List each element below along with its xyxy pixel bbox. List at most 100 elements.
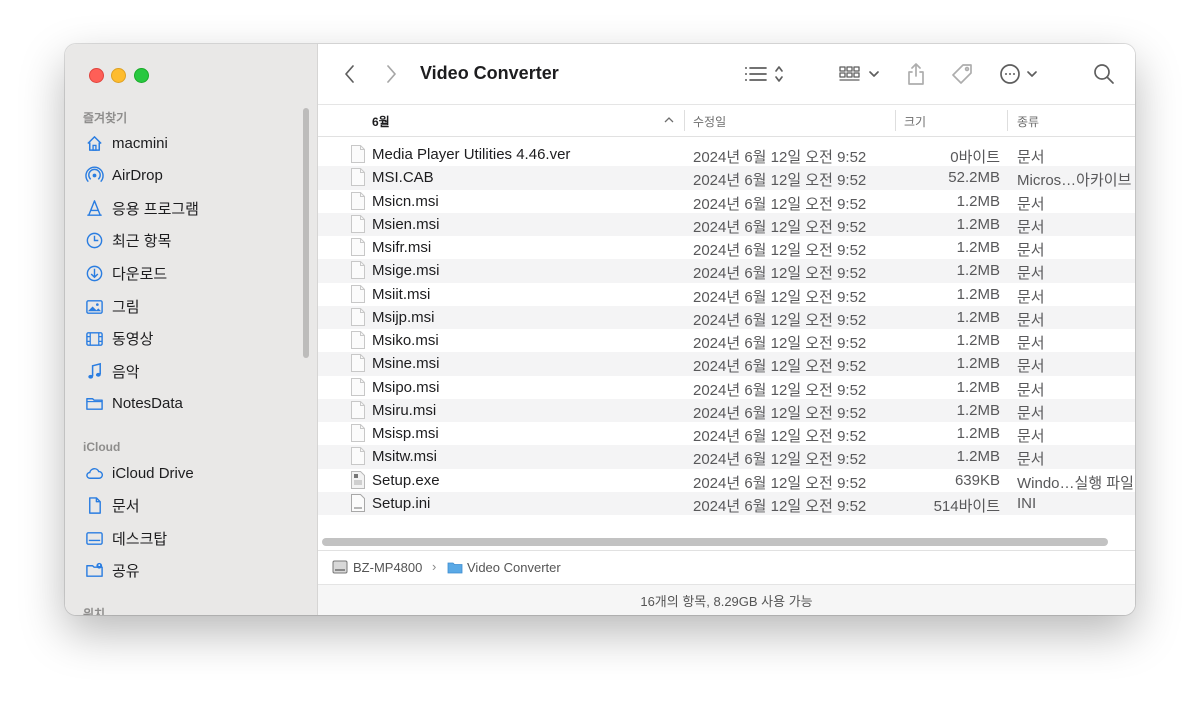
file-name: MSI.CAB (372, 169, 434, 187)
file-name: Media Player Utilities 4.46.ver (372, 146, 571, 163)
file-date: 2024년 6월 12일 오전 9:52 (693, 311, 867, 329)
airdrop-icon (83, 165, 105, 187)
grid-icon (839, 66, 879, 81)
sidebar-item-label: macmini (112, 134, 168, 152)
column-divider[interactable] (684, 110, 685, 131)
chevron-right-icon (387, 65, 396, 83)
file-size: 1.2MB (956, 448, 1000, 466)
sidebar-item-label: 그림 (112, 298, 140, 316)
group-button[interactable] (838, 62, 884, 86)
file-date: 2024년 6월 12일 오전 9:52 (693, 451, 867, 469)
status-text: 16개의 항목, 8.29GB 사용 가능 (640, 594, 813, 609)
file-row[interactable]: Msine.msi 2024년 6월 12일 오전 9:52 1.2MB 문서 (318, 352, 1135, 376)
sidebar-scrollbar[interactable] (303, 108, 309, 358)
cloud-icon (83, 462, 105, 484)
file-kind: 문서 (1017, 311, 1045, 329)
forward-button[interactable] (381, 63, 401, 85)
search-button[interactable] (1090, 60, 1118, 88)
minimize-window-button[interactable] (111, 68, 126, 83)
path-separator-icon: › (432, 559, 437, 574)
file-size: 1.2MB (956, 308, 1000, 326)
action-menu-button[interactable] (998, 60, 1044, 88)
sidebar-item-동영상[interactable]: 동영상 (83, 326, 298, 352)
share-icon (908, 63, 924, 85)
drive-icon (332, 560, 348, 574)
file-size: 0바이트 (950, 149, 1000, 166)
file-size: 514바이트 (933, 497, 1000, 515)
sidebar-item-데스크탑[interactable]: 데스크탑 (83, 525, 298, 551)
sidebar-item-label: 문서 (112, 498, 140, 516)
close-window-button[interactable] (89, 68, 104, 83)
ini-file-icon (351, 493, 365, 512)
file-row[interactable]: Msifr.msi 2024년 6월 12일 오전 9:52 1.2MB 문서 (318, 236, 1135, 259)
file-kind: INI (1017, 494, 1037, 512)
column-header-size[interactable]: 크기 (904, 113, 926, 130)
file-row[interactable]: Setup.exe 2024년 6월 12일 오전 9:52 639KB Windo…… (318, 469, 1135, 492)
document-file-icon (351, 214, 365, 233)
file-size: 1.2MB (956, 262, 1000, 280)
file-date: 2024년 6월 12일 오전 9:52 (693, 497, 867, 515)
sidebar-item-icloud-drive[interactable]: iCloud Drive (83, 460, 298, 486)
file-row[interactable]: Media Player Utilities 4.46.ver 2024년 6월 … (318, 143, 1135, 166)
file-row[interactable]: Msiru.msi 2024년 6월 12일 오전 9:52 1.2MB 문서 (318, 398, 1135, 422)
file-kind: 문서 (1017, 451, 1045, 469)
file-row[interactable]: Msiit.msi 2024년 6월 12일 오전 9:52 1.2MB 문서 (318, 283, 1135, 306)
list-view-icon (745, 66, 783, 82)
file-row[interactable]: Msien.msi 2024년 6월 12일 오전 9:52 1.2MB 문서 (318, 212, 1135, 236)
sidebar-item-최근-항목[interactable]: 최근 항목 (83, 228, 298, 254)
file-row[interactable]: Msisp.msi 2024년 6월 12일 오전 9:52 1.2MB 문서 (318, 422, 1135, 445)
file-row[interactable]: Msige.msi 2024년 6월 12일 오전 9:52 1.2MB 문서 (318, 259, 1135, 283)
sidebar-item-문서[interactable]: 문서 (83, 493, 298, 519)
file-name: Msifr.msi (372, 239, 432, 256)
column-header-kind[interactable]: 종류 (1017, 113, 1039, 130)
back-button[interactable] (340, 63, 360, 85)
sidebar-item-공유[interactable]: 공유 (83, 558, 298, 584)
share-button[interactable] (902, 60, 930, 88)
column-divider[interactable] (895, 110, 896, 131)
file-size: 1.2MB (956, 285, 1000, 303)
sidebar-item-label: 최근 항목 (112, 233, 172, 251)
file-size: 639KB (954, 471, 1000, 489)
sidebar-item-label: 동영상 (112, 331, 154, 349)
sidebar-item-응용-프로그램[interactable]: 응용 프로그램 (83, 195, 298, 221)
document-file-icon (351, 447, 365, 466)
column-divider[interactable] (1007, 110, 1008, 131)
horizontal-scrollbar[interactable] (322, 538, 1108, 546)
document-file-icon (351, 191, 365, 210)
sidebar-item-macmini[interactable]: macmini (83, 130, 298, 156)
window-title: Video Converter (420, 63, 559, 83)
sidebar-item-다운로드[interactable]: 다운로드 (83, 260, 298, 286)
path-folder[interactable]: Video Converter (467, 560, 561, 575)
file-row[interactable]: MSI.CAB 2024년 6월 12일 오전 9:52 52.2MB Micros…… (318, 166, 1135, 190)
file-row[interactable]: Msijp.msi 2024년 6월 12일 오전 9:52 1.2MB 문서 (318, 305, 1135, 329)
tag-button[interactable] (948, 60, 976, 88)
file-row[interactable]: Msiko.msi 2024년 6월 12일 오전 9:52 1.2MB 문서 (318, 329, 1135, 352)
sidebar-section-favorites: 즐겨찾기 (83, 111, 128, 125)
file-date: 2024년 6월 12일 오전 9:52 (693, 172, 867, 190)
sidebar-item-음악[interactable]: 음악 (83, 358, 298, 384)
zoom-window-button[interactable] (134, 68, 149, 83)
shared-folder-icon (83, 560, 105, 582)
file-size: 1.2MB (956, 332, 1000, 349)
column-header-name[interactable]: 6월 (372, 113, 390, 130)
file-row[interactable]: Msitw.msi 2024년 6월 12일 오전 9:52 1.2MB 문서 (318, 445, 1135, 469)
column-header-date[interactable]: 수정일 (693, 113, 726, 130)
file-row[interactable]: Msipo.msi 2024년 6월 12일 오전 9:52 1.2MB 문서 (318, 376, 1135, 399)
file-name: Msiru.msi (372, 401, 437, 419)
path-drive[interactable]: BZ-MP4800 (353, 560, 422, 575)
document-file-icon (351, 331, 365, 349)
file-size: 1.2MB (956, 401, 1000, 419)
file-row[interactable]: Msicn.msi 2024년 6월 12일 오전 9:52 1.2MB 문서 (318, 190, 1135, 213)
document-file-icon (351, 145, 365, 163)
file-kind: 문서 (1017, 195, 1045, 213)
sidebar-item-airdrop[interactable]: AirDrop (83, 163, 298, 189)
file-date: 2024년 6월 12일 오전 9:52 (693, 428, 867, 445)
file-row[interactable]: Setup.ini 2024년 6월 12일 오전 9:52 514바이트 INI (318, 491, 1135, 515)
file-size: 1.2MB (956, 355, 1000, 373)
view-mode-button[interactable] (742, 62, 788, 86)
sidebar-item-label: 데스크탑 (112, 530, 168, 548)
sidebar-item-label: 응용 프로그램 (112, 200, 199, 218)
file-date: 2024년 6월 12일 오전 9:52 (693, 335, 867, 352)
sidebar-item-notesdata[interactable]: NotesData (83, 391, 298, 417)
sidebar-item-그림[interactable]: 그림 (83, 293, 298, 319)
